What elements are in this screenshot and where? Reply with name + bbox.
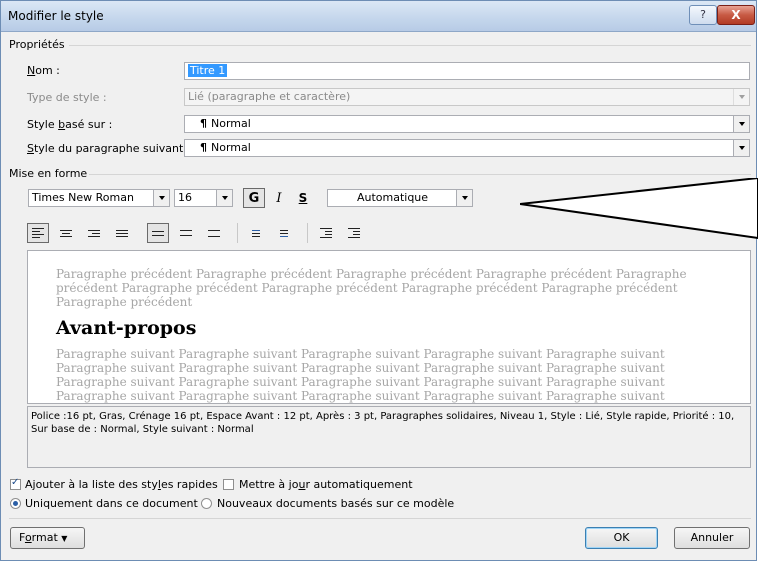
one-half-spacing-button[interactable] [175,223,197,243]
add-quick-styles-label[interactable]: Ajouter à la liste des styles rapides [25,478,218,491]
ok-button[interactable]: OK [585,527,658,549]
dialog-title: Modifier le style [8,9,104,23]
align-center-button[interactable] [55,223,77,243]
next-style-dropdown-icon[interactable] [733,140,749,156]
preview-heading: Avant-propos [56,317,197,339]
increase-indent-button[interactable] [343,223,365,243]
font-value: Times New Roman [32,191,134,204]
color-value: Automatique [356,191,429,204]
single-spacing-icon [152,230,164,236]
preview-following-text: Paragraphe suivant Paragraphe suivant Pa… [56,347,665,403]
close-button[interactable]: X [717,5,755,25]
style-type-dropdown-icon [733,89,749,105]
underline-button[interactable]: S [293,188,313,208]
bold-button[interactable]: G [243,188,265,208]
size-select[interactable]: 16 [174,189,233,207]
format-menu-button[interactable]: Format ▼ [10,527,85,549]
color-select[interactable]: Automatique [327,189,473,207]
cancel-button[interactable]: Annuler [674,527,750,549]
style-preview: Paragraphe précédent Paragraphe précéden… [27,250,751,404]
only-this-document-radio[interactable] [10,498,21,509]
decrease-indent-button[interactable] [315,223,337,243]
one-half-spacing-icon [180,230,192,236]
size-dropdown-icon[interactable] [216,190,232,206]
name-value: Titre 1 [188,64,228,77]
auto-update-checkbox[interactable] [223,479,234,490]
properties-divider [69,45,751,46]
decrease-indent-icon [320,228,332,238]
based-on-label: Style basé sur : [27,118,113,131]
style-type-label: Type de style : [27,91,107,104]
new-documents-label[interactable]: Nouveaux documents basés sur ce modèle [217,497,454,510]
font-select[interactable]: Times New Roman [28,189,170,207]
new-documents-radio[interactable] [201,498,212,509]
align-left-icon [32,228,44,238]
modify-style-dialog: Modifier le style ? X Propriétés Nom : T… [0,0,757,561]
footer-divider [9,518,751,519]
next-style-select[interactable]: ¶ Normal [184,139,750,157]
color-dropdown-icon[interactable] [456,190,472,206]
based-on-select[interactable]: ¶ Normal [184,115,750,133]
style-type-select[interactable]: Lié (paragraphe et caractère) [184,88,750,106]
based-on-dropdown-icon[interactable] [733,116,749,132]
single-spacing-button[interactable] [147,223,169,243]
style-description: Police :16 pt, Gras, Crénage 16 pt, Espa… [27,406,751,468]
align-right-button[interactable] [83,223,105,243]
align-center-icon [60,229,72,237]
callout-pointer [520,178,758,240]
space-after-icon [280,229,288,237]
formatting-divider [89,174,751,175]
space-before-button[interactable] [245,223,267,243]
align-right-icon [88,229,100,237]
double-spacing-icon [208,229,220,237]
align-left-button[interactable] [27,223,49,243]
size-value: 16 [178,191,192,204]
name-label: Nom : [27,64,60,77]
properties-section-label: Propriétés [9,38,65,51]
next-style-value: Normal [211,141,251,154]
only-this-document-label[interactable]: Uniquement dans ce document [25,497,198,510]
formatting-section-label: Mise en forme [9,167,88,180]
name-input[interactable]: Titre 1 [184,62,750,80]
help-button[interactable]: ? [689,5,717,25]
add-quick-styles-checkbox[interactable] [10,477,21,490]
based-on-value: Normal [211,117,251,130]
preview-preceding-text: Paragraphe précédent Paragraphe précéden… [56,267,687,309]
increase-indent-icon [348,228,360,238]
auto-update-label[interactable]: Mettre à jour automatiquement [239,478,413,491]
paragraph-icon: ¶ [200,141,207,154]
justify-button[interactable] [111,223,133,243]
justify-icon [116,229,128,237]
paragraph-icon: ¶ [200,117,207,130]
toolbar-separator [307,223,308,243]
style-type-value: Lié (paragraphe et caractère) [188,90,351,103]
double-spacing-button[interactable] [203,223,225,243]
space-after-button[interactable] [273,223,295,243]
italic-button[interactable]: I [269,188,289,208]
next-style-label: Style du paragraphe suivant : [27,142,191,155]
space-before-icon [252,229,260,237]
chevron-down-icon: ▼ [61,534,68,543]
title-bar[interactable]: Modifier le style ? X [1,1,756,32]
font-dropdown-icon[interactable] [153,190,169,206]
toolbar-separator [237,223,238,243]
